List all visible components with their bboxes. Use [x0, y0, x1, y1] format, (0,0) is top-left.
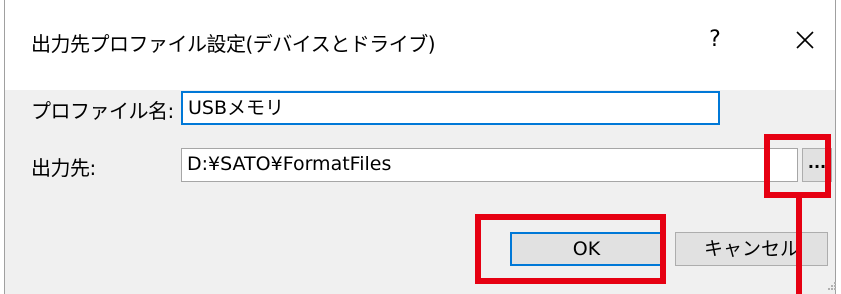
ok-button[interactable]: OK: [510, 232, 663, 266]
browse-button[interactable]: ...: [802, 148, 832, 182]
cancel-button[interactable]: キャンセル: [675, 232, 828, 266]
destination-input[interactable]: D:¥SATO¥FormatFiles: [181, 148, 798, 182]
dialog-title: 出力先プロファイル設定(デバイスとドライブ): [31, 32, 436, 56]
callout-line: [796, 198, 802, 294]
resize-grip-icon[interactable]: [827, 281, 837, 291]
destination-label: 出力先:: [31, 156, 96, 180]
close-button[interactable]: [785, 20, 825, 60]
help-button[interactable]: ?: [695, 20, 735, 60]
profile-settings-dialog: 出力先プロファイル設定(デバイスとドライブ) ? プロファイル名: USBメモリ…: [4, 0, 836, 294]
profile-name-label: プロファイル名:: [31, 99, 174, 123]
profile-name-input[interactable]: USBメモリ: [181, 91, 720, 125]
title-bar: 出力先プロファイル設定(デバイスとドライブ) ?: [5, 0, 835, 90]
close-icon: [796, 31, 814, 49]
